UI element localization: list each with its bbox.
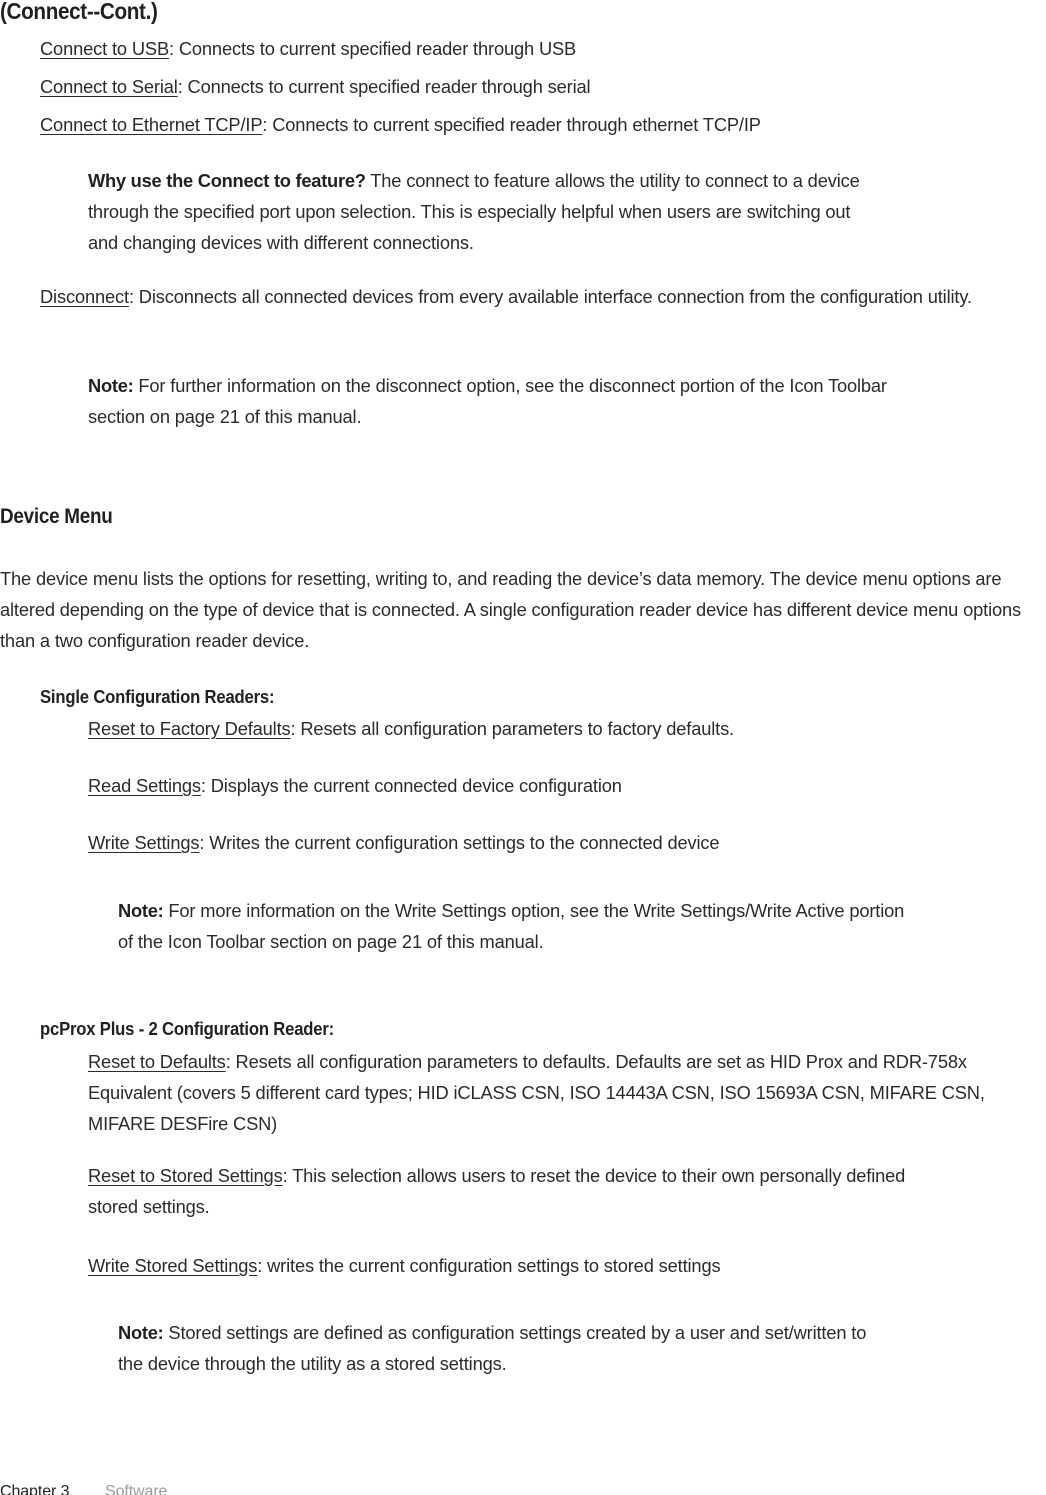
connect-item-ethernet-term: Connect to Ethernet TCP/IP bbox=[40, 114, 263, 135]
footer-section-label: Software bbox=[105, 1483, 168, 1495]
disconnect-note-text: For further information on the disconnec… bbox=[88, 375, 887, 427]
page-title: (Connect--Cont.) bbox=[0, 0, 158, 24]
connect-item-usb-description: : Connects to current specified reader t… bbox=[168, 38, 577, 59]
single-config-item-read-settings-description: : Displays the current connected device … bbox=[200, 775, 622, 796]
connect-item-serial-description: : Connects to current specified reader t… bbox=[177, 76, 591, 97]
two-config-item-write-stored: Write Stored Settings: writes the curren… bbox=[88, 1250, 1028, 1281]
two-config-item-write-stored-term: Write Stored Settings bbox=[88, 1255, 258, 1276]
single-config-item-write-settings-description: : Writes the current configuration setti… bbox=[199, 832, 720, 853]
device-menu-heading: Device Menu bbox=[0, 505, 113, 528]
single-config-item-reset-factory-description: : Resets all configuration parameters to… bbox=[290, 718, 735, 739]
connect-item-serial-term: Connect to Serial bbox=[40, 76, 178, 97]
single-config-item-reset-factory: Reset to Factory Defaults: Resets all co… bbox=[88, 713, 1028, 744]
pcprox-plus-two-configuration-reader-heading: pcProx Plus - 2 Configuration Reader: bbox=[40, 1018, 335, 1039]
connect-item-usb-term: Connect to USB bbox=[40, 38, 169, 59]
footer-chapter-label: Chapter 3 bbox=[0, 1483, 70, 1495]
why-use-connect-note: Why use the Connect to feature? The conn… bbox=[88, 165, 878, 258]
single-config-note: Note: For more information on the Write … bbox=[118, 895, 908, 957]
disconnect-note: Note: For further information on the dis… bbox=[88, 370, 888, 432]
single-config-item-read-settings-term: Read Settings bbox=[88, 775, 201, 796]
two-config-note-text: Stored settings are defined as configura… bbox=[118, 1322, 867, 1374]
connect-item-serial: Connect to Serial: Connects to current s… bbox=[40, 71, 1020, 102]
device-menu-intro: The device menu lists the options for re… bbox=[0, 568, 1022, 651]
two-config-item-reset-defaults-term: Reset to Defaults bbox=[88, 1051, 226, 1072]
connect-item-usb: Connect to USB: Connects to current spec… bbox=[40, 33, 1020, 64]
single-config-item-reset-factory-term: Reset to Factory Defaults bbox=[88, 718, 291, 739]
single-config-item-write-settings-term: Write Settings bbox=[88, 832, 200, 853]
single-config-note-text: For more information on the Write Settin… bbox=[118, 900, 905, 952]
why-use-connect-note-label: Why use the Connect to feature? bbox=[88, 170, 366, 191]
disconnect-item-term: Disconnect bbox=[40, 286, 129, 307]
single-config-item-read-settings: Read Settings: Displays the current conn… bbox=[88, 770, 1028, 801]
single-config-item-write-settings: Write Settings: Writes the current confi… bbox=[88, 827, 1028, 858]
disconnect-item-description: : Disconnects all connected devices from… bbox=[128, 286, 972, 307]
connect-item-ethernet-description: : Connects to current specified reader t… bbox=[262, 114, 761, 135]
disconnect-item: Disconnect: Disconnects all connected de… bbox=[40, 281, 1046, 312]
two-config-item-reset-stored: Reset to Stored Settings: This selection… bbox=[88, 1160, 948, 1222]
two-config-note-label: Note: bbox=[118, 1322, 164, 1343]
connect-item-ethernet: Connect to Ethernet TCP/IP: Connects to … bbox=[40, 109, 1040, 140]
two-config-note: Note: Stored settings are defined as con… bbox=[118, 1317, 888, 1379]
two-config-item-reset-stored-term: Reset to Stored Settings bbox=[88, 1165, 283, 1186]
document-page: (Connect--Cont.) Connect to USB: Connect… bbox=[0, 0, 1046, 1495]
single-config-note-label: Note: bbox=[118, 900, 164, 921]
two-config-item-reset-defaults: Reset to Defaults: Resets all configurat… bbox=[88, 1046, 1008, 1139]
single-configuration-readers-heading: Single Configuration Readers: bbox=[40, 686, 275, 707]
disconnect-note-label: Note: bbox=[88, 375, 134, 396]
two-config-item-write-stored-description: : writes the current configuration setti… bbox=[257, 1255, 721, 1276]
